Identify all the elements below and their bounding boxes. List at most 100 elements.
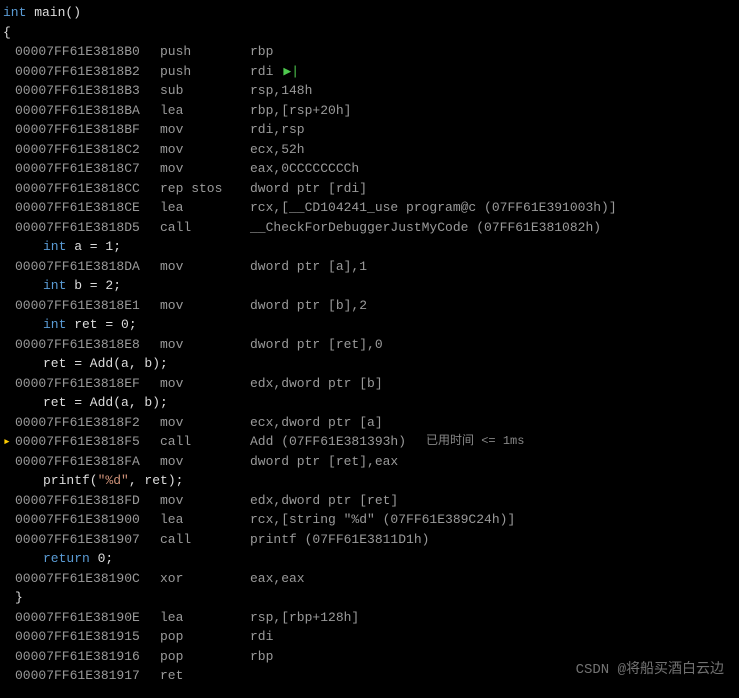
- operands: eax,eax: [250, 569, 305, 589]
- opcode: lea: [160, 198, 250, 218]
- address: 00007FF61E38190C: [15, 569, 160, 589]
- source-line: }: [3, 588, 736, 608]
- asm-line: 00007FF61E38190Elearsp,[rbp+128h]: [3, 608, 736, 628]
- asm-line: 00007FF61E3818FDmovedx,dword ptr [ret]: [3, 491, 736, 511]
- opcode: xor: [160, 569, 250, 589]
- opcode: rep stos: [160, 179, 250, 199]
- gutter: ▸: [3, 432, 15, 452]
- asm-line: 00007FF61E3818C2movecx,52h: [3, 140, 736, 160]
- asm-line: 00007FF61E3818E1movdword ptr [b],2: [3, 296, 736, 316]
- opcode: call: [160, 218, 250, 238]
- operands: rdi: [250, 62, 273, 82]
- operands: dword ptr [ret],0: [250, 335, 383, 355]
- opcode: sub: [160, 81, 250, 101]
- source-line: ret = Add(a, b);: [3, 393, 736, 413]
- address: 00007FF61E3818CC: [15, 179, 160, 199]
- opcode: push: [160, 42, 250, 62]
- opcode: mov: [160, 491, 250, 511]
- func-signature: int main(): [3, 3, 736, 23]
- timing-label: 已用时间 <= 1ms: [426, 432, 524, 452]
- address: 00007FF61E38190E: [15, 608, 160, 628]
- address: 00007FF61E3818C2: [15, 140, 160, 160]
- opcode: ret: [160, 666, 250, 686]
- address: 00007FF61E3818B0: [15, 42, 160, 62]
- address: 00007FF61E3818FA: [15, 452, 160, 472]
- opcode: lea: [160, 101, 250, 121]
- asm-line: ▸00007FF61E3818F5callAdd (07FF61E381393h…: [3, 432, 736, 452]
- address: 00007FF61E3818CE: [15, 198, 160, 218]
- source-line: int ret = 0;: [3, 315, 736, 335]
- address: 00007FF61E3818EF: [15, 374, 160, 394]
- opcode: mov: [160, 296, 250, 316]
- address: 00007FF61E381917: [15, 666, 160, 686]
- source-line: return 0;: [3, 549, 736, 569]
- operands: rsp,148h: [250, 81, 312, 101]
- asm-line: 00007FF61E3818EFmovedx,dword ptr [b]: [3, 374, 736, 394]
- asm-line: 00007FF61E3818B3subrsp,148h: [3, 81, 736, 101]
- opcode: pop: [160, 627, 250, 647]
- address: 00007FF61E3818B3: [15, 81, 160, 101]
- operands: ecx,52h: [250, 140, 305, 160]
- address: 00007FF61E381915: [15, 627, 160, 647]
- opcode: pop: [160, 647, 250, 667]
- asm-line: 00007FF61E3818E8movdword ptr [ret],0: [3, 335, 736, 355]
- opcode: mov: [160, 120, 250, 140]
- operands: rcx,[string "%d" (07FF61E389C24h)]: [250, 510, 515, 530]
- operands: ecx,dword ptr [a]: [250, 413, 383, 433]
- address: 00007FF61E3818C7: [15, 159, 160, 179]
- asm-line: 00007FF61E3818B2pushrdi▶|: [3, 62, 736, 82]
- operands: Add (07FF61E381393h): [250, 432, 406, 452]
- opcode: call: [160, 530, 250, 550]
- operands: edx,dword ptr [b]: [250, 374, 383, 394]
- address: 00007FF61E381916: [15, 647, 160, 667]
- asm-line: 00007FF61E3818CElearcx,[__CD104241_use p…: [3, 198, 736, 218]
- asm-line: 00007FF61E3818C7moveax,0CCCCCCCCh: [3, 159, 736, 179]
- opcode: mov: [160, 335, 250, 355]
- address: 00007FF61E3818F2: [15, 413, 160, 433]
- source-line: printf("%d", ret);: [3, 471, 736, 491]
- opcode: mov: [160, 140, 250, 160]
- opcode: call: [160, 432, 250, 452]
- asm-line: 00007FF61E3818B0pushrbp: [3, 42, 736, 62]
- address: 00007FF61E381900: [15, 510, 160, 530]
- asm-line: 00007FF61E3818FAmovdword ptr [ret],eax: [3, 452, 736, 472]
- operands: rcx,[__CD104241_use program@c (07FF61E39…: [250, 198, 617, 218]
- address: 00007FF61E3818BA: [15, 101, 160, 121]
- operands: rbp: [250, 647, 273, 667]
- operands: dword ptr [ret],eax: [250, 452, 398, 472]
- operands: dword ptr [b],2: [250, 296, 367, 316]
- execution-cursor-icon: ▶|: [283, 62, 299, 82]
- asm-line: 00007FF61E381900learcx,[string "%d" (07F…: [3, 510, 736, 530]
- address: 00007FF61E3818D5: [15, 218, 160, 238]
- address: 00007FF61E3818E1: [15, 296, 160, 316]
- address: 00007FF61E3818F5: [15, 432, 160, 452]
- operands: rdi: [250, 627, 273, 647]
- address: 00007FF61E3818E8: [15, 335, 160, 355]
- address: 00007FF61E3818FD: [15, 491, 160, 511]
- asm-line: 00007FF61E38190Cxoreax,eax: [3, 569, 736, 589]
- brace-open: {: [3, 23, 736, 43]
- operands: rbp: [250, 42, 273, 62]
- opcode: mov: [160, 413, 250, 433]
- address: 00007FF61E3818B2: [15, 62, 160, 82]
- asm-line: 00007FF61E3818F2movecx,dword ptr [a]: [3, 413, 736, 433]
- opcode: lea: [160, 608, 250, 628]
- source-line: ret = Add(a, b);: [3, 354, 736, 374]
- operands: rdi,rsp: [250, 120, 305, 140]
- opcode: mov: [160, 257, 250, 277]
- opcode: mov: [160, 452, 250, 472]
- operands: eax,0CCCCCCCCh: [250, 159, 359, 179]
- operands: dword ptr [rdi]: [250, 179, 367, 199]
- address: 00007FF61E3818DA: [15, 257, 160, 277]
- address: 00007FF61E3818BF: [15, 120, 160, 140]
- asm-line: 00007FF61E3818BAlearbp,[rsp+20h]: [3, 101, 736, 121]
- operands: rbp,[rsp+20h]: [250, 101, 351, 121]
- asm-line: 00007FF61E381915poprdi: [3, 627, 736, 647]
- operands: dword ptr [a],1: [250, 257, 367, 277]
- asm-line: 00007FF61E3818CCrep stosdword ptr [rdi]: [3, 179, 736, 199]
- operands: __CheckForDebuggerJustMyCode (07FF61E381…: [250, 218, 601, 238]
- operands: edx,dword ptr [ret]: [250, 491, 398, 511]
- asm-line: 00007FF61E381907callprintf (07FF61E3811D…: [3, 530, 736, 550]
- watermark-text: CSDN @将船买酒白云边: [576, 661, 724, 681]
- opcode: mov: [160, 374, 250, 394]
